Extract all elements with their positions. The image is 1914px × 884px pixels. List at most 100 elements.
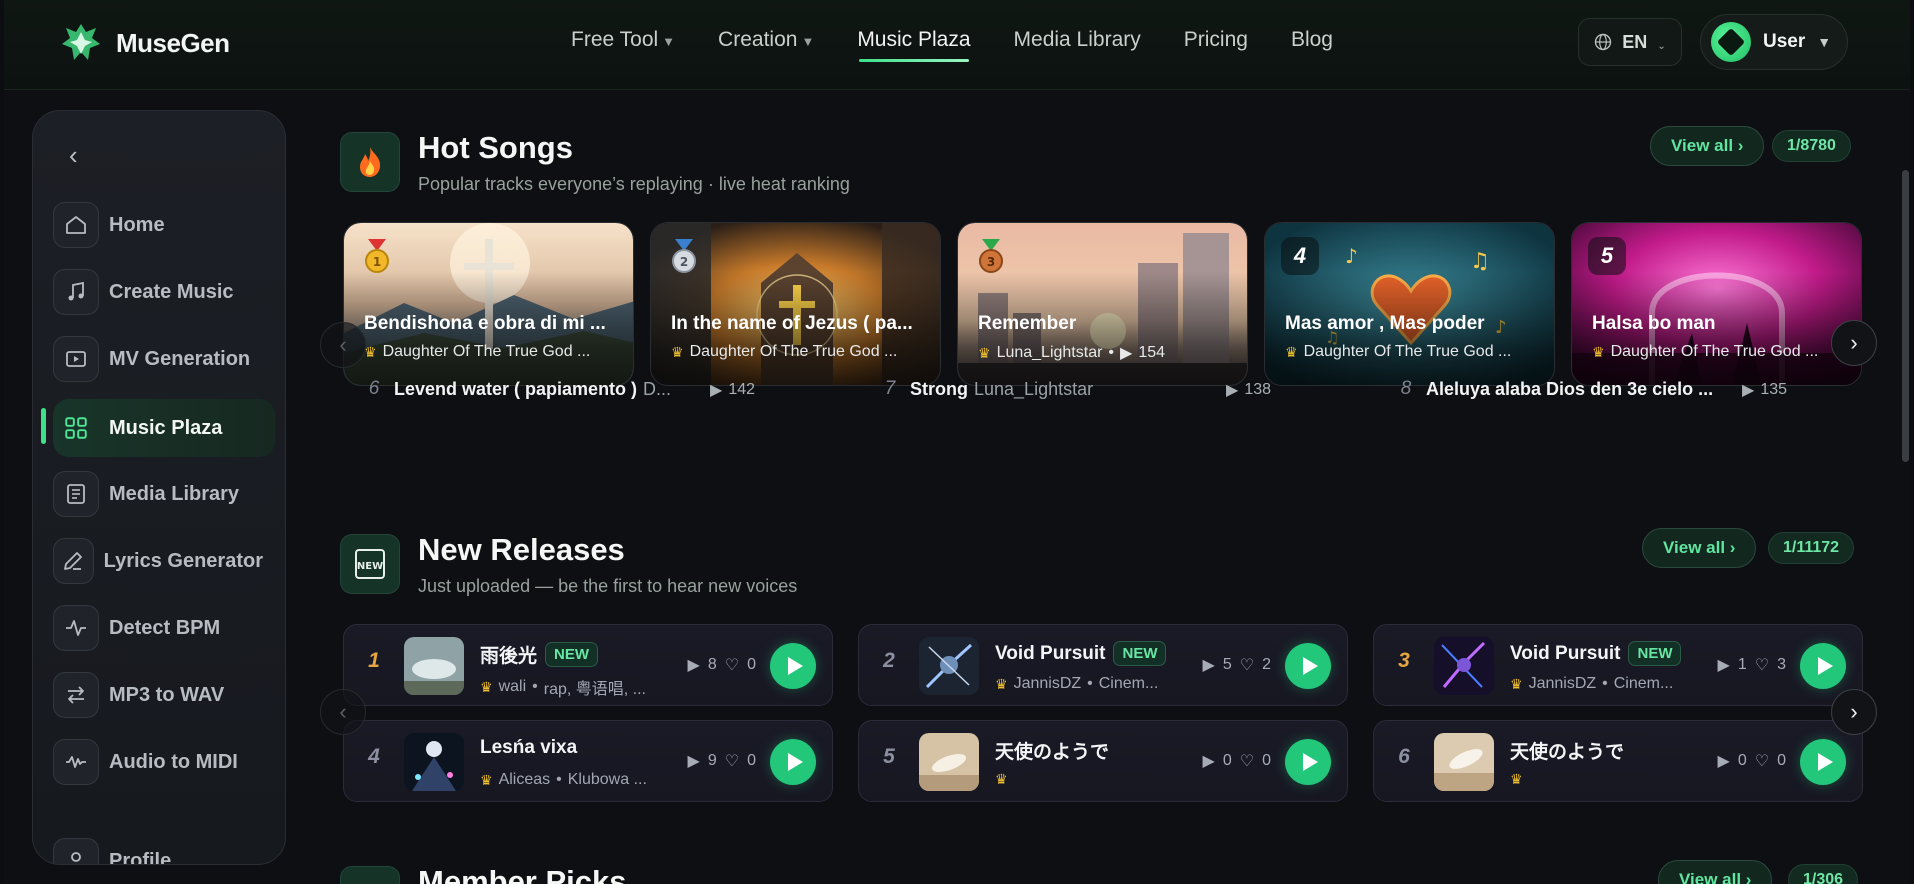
heart-icon[interactable]: ♡ [1240,751,1254,771]
release-item[interactable]: 2 Void Pursuit NEW ♛ JannisDZ • Cinem... ▶ 5 ♡… [858,624,1348,706]
song-meta: ♛ Daughter Of The True God ... [364,343,624,361]
like-count: 0 [1777,752,1786,769]
heart-icon[interactable]: ♡ [1755,751,1769,771]
release-title-row: 天使のようで [995,737,1109,764]
heart-icon[interactable]: ♡ [725,751,739,771]
crown-icon: ♛ [1285,343,1298,360]
like-count: 3 [1777,656,1786,673]
person-icon [53,838,99,864]
song-title: Strong [910,378,968,399]
convert-icon [53,672,99,718]
nav-free-tool[interactable]: Free Tool ▼ [571,28,675,52]
crown-icon: ♛ [480,678,493,695]
play-button[interactable] [770,643,816,689]
releases-next-button[interactable]: › [1831,689,1877,735]
rank-badge: 5 [1588,237,1626,275]
svg-text:NEW: NEW [357,561,383,572]
rank-number: 1 [368,649,380,672]
list-item[interactable]: 8 Aleluya alaba Dios den 3e cielo ... [1386,378,1713,400]
picks-view-all-button[interactable]: View all › [1658,860,1773,884]
artist-name: Daughter Of The True God ... [382,343,591,360]
crown-icon: ♛ [1510,771,1523,787]
separator: • [556,771,562,788]
song-meta: ♛ Daughter Of The True God ... [1285,343,1545,361]
releases-prev-button[interactable]: ‹ [320,689,366,735]
song-card[interactable]: 5 Halsa bo man ♛ Daughter Of The True God… [1571,222,1862,386]
user-menu[interactable]: User ▼ [1700,14,1848,70]
release-item[interactable]: 3 Void Pursuit NEW ♛ JannisDZ • Cinem... ▶ 1 ♡… [1373,624,1863,706]
play-button[interactable] [1800,643,1846,689]
brand[interactable]: MuseGen [58,20,230,66]
crown-icon: ♛ [1510,675,1523,692]
song-title: 雨後光 [480,646,538,667]
collapse-sidebar-icon[interactable]: ‹ [69,142,93,169]
artist-name: Aliceas [498,771,551,788]
sidebar: ‹ Home Create Music MV Generation Music … [32,110,286,865]
nav-blog[interactable]: Blog [1291,28,1333,52]
song-meta: ♛ Luna_Lightstar • ▶ 154 [978,343,1238,363]
nav-music-plaza[interactable]: Music Plaza [857,28,971,62]
rank-number: 3 [1398,649,1410,672]
page-scrollbar[interactable] [1902,170,1909,462]
separator: • [532,678,538,695]
nav-pricing-label: Pricing [1183,28,1248,51]
hot-next-button[interactable]: › [1831,320,1877,366]
section-title: Member Picks [418,864,627,884]
song-card[interactable]: 3 Remember ♛ Luna_Lightstar • ▶ 154 [957,222,1248,386]
rank-number: 7 [884,378,896,399]
song-meta: ♛ [995,771,1185,788]
song-card[interactable]: 1 Bendishona e obra di mi ... ♛ Daughter … [343,222,634,386]
section-title: New Releases [418,532,625,567]
sidebar-item-lyrics-generator[interactable]: Lyrics Generator [53,535,263,587]
nav-creation[interactable]: Creation ▼ [718,28,814,52]
language-selector[interactable]: EN ⌄ [1578,18,1682,66]
song-card[interactable]: ♪♫ ♪♫ 4 Mas amor , Mas poder ♛Daughter O… [1264,222,1555,386]
play-button[interactable] [1800,739,1846,785]
list-item[interactable]: 7 Strong Luna_Lightstar [870,378,1093,400]
crown-icon: ♛ [480,771,493,788]
heart-icon[interactable]: ♡ [1240,655,1254,675]
song-stats: ▶ 0 ♡ 0 [1718,751,1786,771]
star-icon [340,866,400,884]
chevron-down-icon: ▼ [801,34,815,49]
sidebar-item-detect-bpm[interactable]: Detect BPM [53,602,263,654]
play-icon: ▶ [1202,657,1215,674]
main-nav: Free Tool ▼ Creation ▼ Music Plaza Media L… [571,28,1376,62]
song-card[interactable]: 2 In the name of Jezus ( pa... ♛ Daughter… [650,222,941,386]
rank-number: 4 [368,745,380,768]
play-button[interactable] [1285,739,1331,785]
releases-view-all-button[interactable]: View all › [1642,528,1757,568]
release-item[interactable]: 5 天使のようで ♛ ▶ 0 ♡ 0 [858,720,1348,802]
genre-tags: Cinem... [1098,675,1159,692]
heart-icon[interactable]: ♡ [1755,655,1769,675]
artist-name: JannisDZ [1528,675,1597,692]
play-button[interactable] [770,739,816,785]
hot-view-all-button[interactable]: View all › [1650,126,1765,166]
nav-pricing[interactable]: Pricing [1184,28,1248,52]
song-title: Halsa bo man [1592,313,1716,334]
song-stats: ▶ 0 ♡ 0 [1203,751,1271,771]
sidebar-item-mv-generation[interactable]: MV Generation [53,333,263,385]
chevron-right-icon: › [1850,330,1858,355]
separator: • [1108,344,1115,361]
release-item[interactable]: 1 雨後光 NEW ♛ wali • rap, 粤语唱, ... ▶ 8 ♡ 0 [343,624,833,706]
heart-icon[interactable]: ♡ [725,655,739,675]
play-icon: ▶ [1742,382,1755,399]
sidebar-item-music-plaza[interactable]: Music Plaza [53,399,275,457]
song-meta: ♛ JannisDZ • Cinem... [1510,675,1700,693]
list-item[interactable]: 6 Levend water ( papiamento ) D... [354,378,671,400]
release-item[interactable]: 4 Lesńa vixa ♛ Aliceas • Klubowa ... ▶ 9 ♡ 0 [343,720,833,802]
release-title-row: Lesńa vixa [480,737,577,759]
sidebar-item-profile[interactable]: Profile [53,835,263,864]
sidebar-item-media-library[interactable]: Media Library [53,468,263,520]
release-item[interactable]: 6 天使のようで ♛ ▶ 0 ♡ 0 [1373,720,1863,802]
artist-name: Daughter Of The True God ... [689,343,898,360]
play-button[interactable] [1285,643,1331,689]
sidebar-item-home[interactable]: Home [53,199,263,251]
hot-prev-button[interactable]: ‹ [320,322,366,368]
nav-media-library[interactable]: Media Library [1014,28,1141,52]
cover-thumbnail [1434,733,1494,791]
sidebar-item-create-music[interactable]: Create Music [53,266,263,318]
sidebar-item-mp3-to-wav[interactable]: MP3 to WAV [53,669,263,721]
sidebar-item-audio-to-midi[interactable]: Audio to MIDI [53,736,263,788]
